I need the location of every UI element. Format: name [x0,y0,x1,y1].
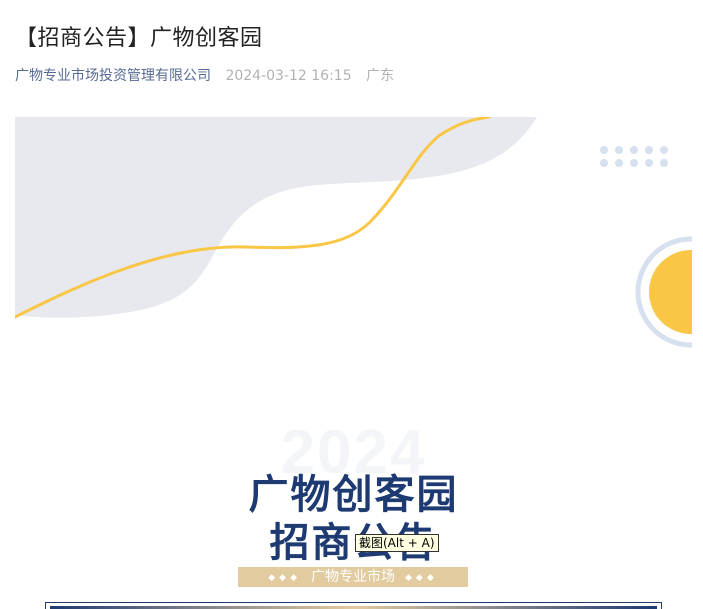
gray-wave-shape [15,117,537,318]
publish-date: 2024-03-12 16:15 [225,68,352,84]
article-title: 【招商公告】广物创客园 [15,26,263,51]
subtitle-text: 广物专业市场 [311,569,395,585]
dot-grid-decoration [600,146,668,167]
subtitle-bar: ◆◆◆ 广物专业市场 ◆◆◆ [238,567,468,587]
screenshot-tooltip: 截图(Alt + A) [355,534,439,552]
content-frame-top [45,602,662,609]
article-meta: 广物专业市场投资管理有限公司 2024-03-12 16:15 广东 [15,65,394,85]
author-link[interactable]: 广物专业市场投资管理有限公司 [15,68,211,84]
diamond-icon-right: ◆◆◆ [405,573,438,583]
banner-title-line2: 招商公告 [269,520,438,566]
announcement-banner-image[interactable]: 2024 广物创客园 招商公告 ◆◆◆ 广物专业市场 ◆◆◆ [15,117,692,609]
publish-location: 广东 [366,68,395,84]
diamond-icon-left: ◆◆◆ [268,573,301,583]
gold-sun-circle [649,250,692,334]
